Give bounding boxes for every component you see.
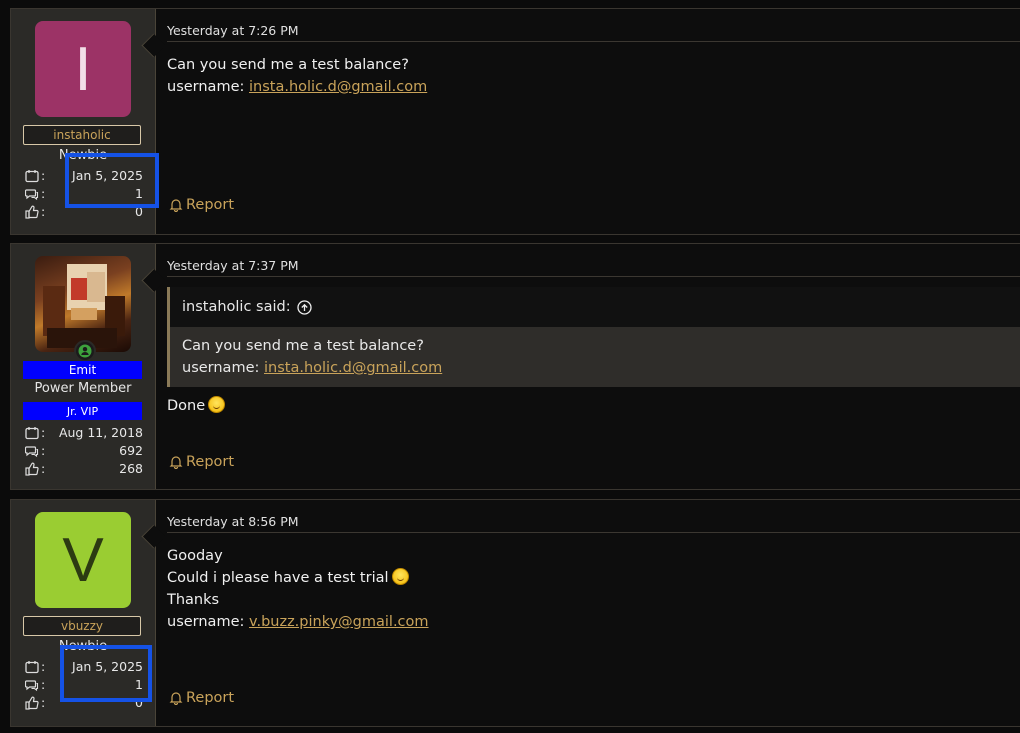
- colon: :: [41, 695, 46, 710]
- bell-icon: [169, 692, 183, 705]
- divider: [167, 276, 1020, 277]
- email-link[interactable]: insta.holic.d@gmail.com: [249, 79, 427, 95]
- message-count: 692: [119, 443, 143, 458]
- message-line: Done: [167, 398, 206, 414]
- avatar-image: [43, 264, 125, 348]
- colon: :: [41, 443, 46, 458]
- report-button[interactable]: Report: [169, 454, 234, 470]
- username-link[interactable]: vbuzzy: [23, 616, 141, 636]
- post-2-content: Yesterday at 7:37 PM instaholic said: Ca…: [167, 244, 1020, 489]
- report-label: Report: [186, 197, 235, 213]
- report-label: Report: [186, 690, 235, 706]
- calendar-icon: [25, 661, 39, 674]
- colon: :: [41, 659, 46, 674]
- highlight-box-1: [65, 153, 159, 208]
- thumbs-up-icon: [25, 696, 39, 710]
- email-link[interactable]: v.buzz.pinky@gmail.com: [249, 614, 429, 630]
- colon: :: [41, 168, 46, 183]
- stat-joined: : Aug 11, 2018: [25, 425, 143, 443]
- avatar[interactable]: [35, 256, 131, 352]
- message-text: Could i please have a test trial: [167, 570, 389, 586]
- colon: :: [41, 204, 46, 219]
- report-button[interactable]: Report: [169, 690, 234, 706]
- message-line: username: insta.holic.d@gmail.com: [167, 76, 427, 98]
- arrow-up-circle-icon[interactable]: [296, 299, 312, 315]
- messages-icon: [25, 446, 39, 458]
- colon: :: [41, 677, 46, 692]
- smiley-emoji-icon: [391, 568, 409, 585]
- quote-header: instaholic said:: [170, 287, 1020, 327]
- message-body: Done: [167, 395, 226, 417]
- label-text: username:: [167, 79, 249, 95]
- message-line: Can you send me a test balance?: [167, 57, 409, 73]
- message-body: Can you send me a test balance? username…: [167, 54, 427, 98]
- divider: [167, 41, 1020, 42]
- bell-icon: [169, 456, 183, 469]
- avatar[interactable]: I: [35, 21, 131, 117]
- colon: :: [41, 186, 46, 201]
- message-line: username: v.buzz.pinky@gmail.com: [167, 611, 429, 633]
- email-link[interactable]: insta.holic.d@gmail.com: [264, 360, 442, 376]
- username-link[interactable]: Emit: [23, 361, 142, 379]
- post-2: Emit Power Member Jr. VIP : Aug 11, 2018…: [10, 243, 1020, 490]
- calendar-icon: [25, 427, 39, 440]
- user-title: Power Member: [34, 381, 132, 396]
- avatar[interactable]: V: [35, 512, 131, 608]
- label-text: username:: [167, 614, 249, 630]
- joined-date: Aug 11, 2018: [58, 425, 143, 440]
- username-link[interactable]: instaholic: [23, 125, 141, 145]
- post-timestamp[interactable]: Yesterday at 8:56 PM: [167, 514, 299, 529]
- messages-icon: [25, 189, 39, 201]
- online-status-icon: [74, 340, 96, 362]
- post-3-content: Yesterday at 8:56 PM Gooday Could i plea…: [167, 500, 1020, 726]
- highlight-box-2: [60, 645, 152, 702]
- message-body: Gooday Could i please have a test trial …: [167, 545, 429, 633]
- message-line: Thanks: [167, 592, 220, 608]
- messages-icon: [25, 680, 39, 692]
- post-3: V vbuzzy Newbie : Jan 5, 2025 : 1 : 0 Ye…: [10, 499, 1020, 727]
- stat-reactions: : 268: [25, 461, 143, 479]
- label-text: username:: [182, 360, 264, 376]
- message-line: Gooday: [167, 548, 223, 564]
- quote-block: instaholic said: Can you send me a test …: [167, 287, 1020, 387]
- quote-body: Can you send me a test balance? username…: [170, 327, 1020, 387]
- message-line: Could i please have a test trial: [167, 567, 429, 589]
- thumbs-up-icon: [25, 205, 39, 219]
- colon: :: [41, 425, 46, 440]
- user-banner: Jr. VIP: [23, 402, 142, 420]
- colon: :: [41, 461, 46, 476]
- report-button[interactable]: Report: [169, 197, 234, 213]
- smiley-emoji-icon: [208, 396, 226, 413]
- post-timestamp[interactable]: Yesterday at 7:26 PM: [167, 23, 299, 38]
- thumbs-up-icon: [25, 462, 39, 476]
- divider: [167, 532, 1020, 533]
- stat-messages: : 692: [25, 443, 143, 461]
- quote-line: Can you send me a test balance?: [182, 338, 424, 354]
- post-1-content: Yesterday at 7:26 PM Can you send me a t…: [167, 9, 1020, 234]
- quote-author[interactable]: instaholic said:: [182, 299, 291, 315]
- quote-line: username: insta.holic.d@gmail.com: [182, 357, 1008, 379]
- report-label: Report: [186, 454, 235, 470]
- bell-icon: [169, 199, 183, 212]
- post-2-user-info: Emit Power Member Jr. VIP : Aug 11, 2018…: [11, 244, 156, 489]
- post-1: I instaholic Newbie : Jan 5, 2025 : 1 : …: [10, 8, 1020, 235]
- calendar-icon: [25, 170, 39, 183]
- post-timestamp[interactable]: Yesterday at 7:37 PM: [167, 258, 299, 273]
- reaction-score: 268: [119, 461, 143, 476]
